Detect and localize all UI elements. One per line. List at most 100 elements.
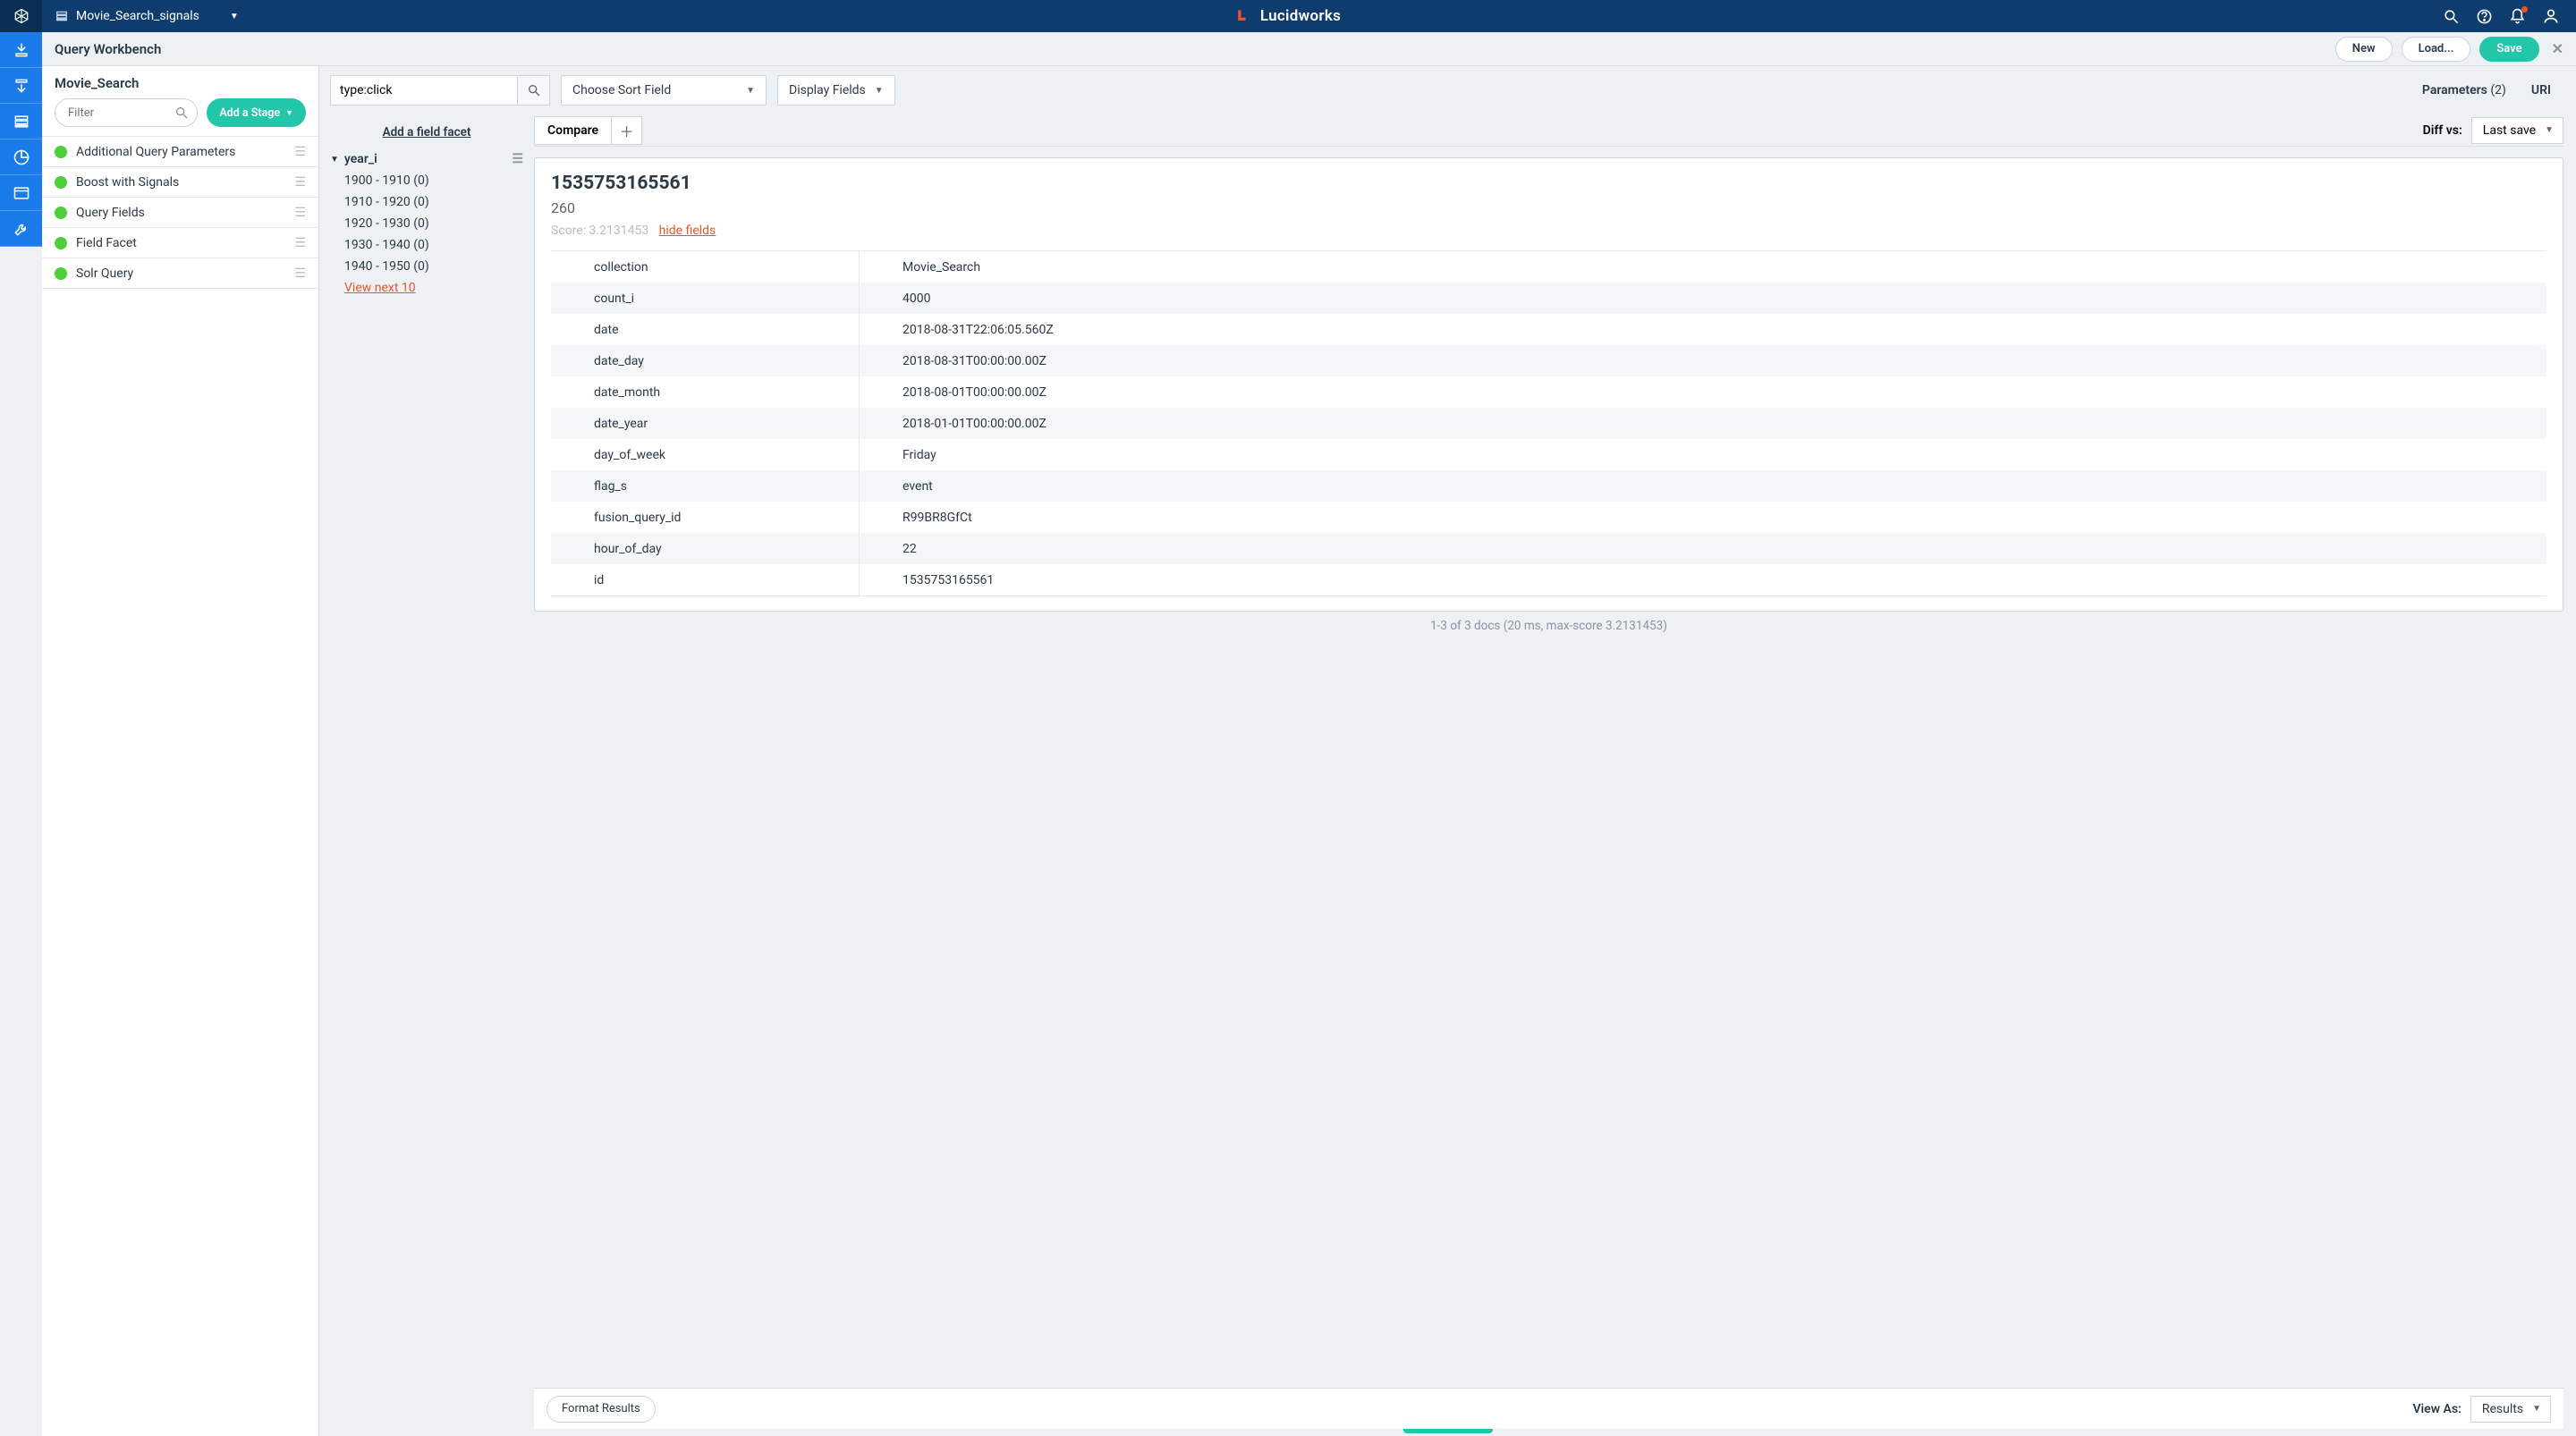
view-next-link[interactable]: View next 10: [344, 281, 416, 295]
stage-label: Field Facet: [76, 236, 137, 250]
facet-group-header[interactable]: ▼ year_i ☰: [330, 148, 523, 170]
drag-icon[interactable]: ☰: [294, 266, 306, 281]
field-value: 2018-08-31T22:06:05.560Z: [860, 314, 2546, 345]
pipeline-stage[interactable]: Query Fields☰: [42, 198, 318, 228]
search-icon[interactable]: [2443, 8, 2460, 25]
field-key: date_month: [551, 376, 860, 408]
add-field-facet-link[interactable]: Add a field facet: [383, 125, 471, 139]
help-icon[interactable]: [2476, 8, 2493, 25]
collection-selector[interactable]: Movie_Search_signals ▼: [42, 9, 251, 23]
view-as-select[interactable]: Results ▼: [2470, 1396, 2551, 1423]
pipeline-sidebar: Movie_Search Add a Stage ▼ Additional Qu…: [42, 66, 319, 1436]
results-summary: 1-3 of 3 docs (20 ms, max-score 3.213145…: [534, 612, 2563, 635]
field-row: date_year2018-01-01T00:00:00.00Z: [551, 408, 2546, 439]
format-results-button[interactable]: Format Results: [547, 1396, 656, 1423]
field-row: date_day2018-08-31T00:00:00.00Z: [551, 345, 2546, 376]
drag-icon[interactable]: ☰: [294, 206, 306, 220]
result-card: 1535753165561 260 Score: 3.2131453 hide …: [534, 157, 2563, 612]
results-header: Compare ＋ Diff vs: Last save ▼: [534, 114, 2563, 147]
field-row: id1535753165561: [551, 564, 2546, 596]
query-toolbar: Choose Sort Field ▼ Display Fields ▼ Par…: [319, 66, 2576, 114]
profile-icon[interactable]: [2542, 7, 2560, 25]
field-value: 22: [860, 533, 2546, 564]
field-key: flag_s: [551, 470, 860, 502]
field-key: id: [551, 564, 860, 596]
field-key: date_day: [551, 345, 860, 376]
rail-item-index[interactable]: [0, 32, 42, 68]
stage-label: Additional Query Parameters: [76, 145, 235, 159]
load-button[interactable]: Load...: [2402, 37, 2471, 62]
drag-icon[interactable]: ☰: [294, 145, 306, 159]
app-logo[interactable]: [0, 0, 42, 32]
menu-icon[interactable]: ☰: [512, 152, 523, 166]
facet-column: Add a field facet ▼ year_i ☰ 1900 - 1910…: [319, 114, 534, 1429]
caret-down-icon: ▼: [875, 86, 884, 96]
field-row: date_month2018-08-01T00:00:00.00Z: [551, 376, 2546, 408]
field-value: Friday: [860, 439, 2546, 470]
resize-handle[interactable]: [319, 1429, 2576, 1436]
add-compare-button[interactable]: ＋: [612, 116, 642, 145]
page-title: Query Workbench: [55, 41, 161, 57]
display-fields-select[interactable]: Display Fields ▼: [777, 75, 895, 106]
rail-item-app[interactable]: [0, 175, 42, 211]
brand: Lucidworks: [1235, 7, 1341, 25]
view-as-label: View As:: [2412, 1402, 2461, 1416]
rail-item-analytics[interactable]: [0, 139, 42, 175]
diff-vs-select[interactable]: Last save ▼: [2471, 117, 2563, 144]
status-dot: [55, 267, 67, 280]
new-button[interactable]: New: [2335, 37, 2393, 62]
drag-icon[interactable]: ☰: [294, 175, 306, 190]
brand-text: Lucidworks: [1260, 7, 1341, 25]
field-value: 2018-08-31T00:00:00.00Z: [860, 345, 2546, 376]
status-dot: [55, 207, 67, 219]
facet-group-name: year_i: [344, 152, 377, 166]
field-key: count_i: [551, 283, 860, 314]
facet-value[interactable]: 1940 - 1950 (0): [330, 256, 523, 277]
notifications-icon[interactable]: [2509, 8, 2526, 25]
compare-button[interactable]: Compare: [534, 116, 612, 145]
search-icon: [174, 106, 189, 120]
parameters-link[interactable]: Parameters (2): [2422, 83, 2506, 97]
pipeline-stage[interactable]: Solr Query☰: [42, 258, 318, 289]
page-footer: Format Results View As: Results ▼: [534, 1388, 2563, 1429]
diff-vs-label: Diff vs:: [2423, 123, 2462, 138]
field-row: collectionMovie_Search: [551, 251, 2546, 283]
drag-icon[interactable]: ☰: [294, 236, 306, 250]
sort-field-select[interactable]: Choose Sort Field ▼: [561, 75, 767, 106]
field-key: day_of_week: [551, 439, 860, 470]
field-key: date: [551, 314, 860, 345]
facet-value[interactable]: 1900 - 1910 (0): [330, 170, 523, 191]
add-stage-button[interactable]: Add a Stage ▼: [207, 98, 306, 127]
rail-item-tools[interactable]: [0, 211, 42, 247]
caret-down-icon: ▼: [2545, 125, 2554, 135]
rail-item-ingest[interactable]: [0, 68, 42, 104]
field-value: R99BR8GfCt: [860, 502, 2546, 533]
pipeline-stage[interactable]: Additional Query Parameters ☰: [42, 137, 318, 167]
status-dot: [55, 146, 67, 158]
facet-value[interactable]: 1920 - 1930 (0): [330, 213, 523, 234]
pipeline-stage[interactable]: Field Facet ☰: [42, 228, 318, 258]
field-row: date2018-08-31T22:06:05.560Z: [551, 314, 2546, 345]
field-key: collection: [551, 251, 860, 283]
status-dot: [55, 237, 67, 249]
stage-filter[interactable]: [55, 98, 198, 127]
caret-down-icon: ▼: [746, 86, 755, 96]
caret-down-icon: ▼: [285, 108, 293, 118]
query-input[interactable]: [331, 76, 517, 105]
field-row: hour_of_day22: [551, 533, 2546, 564]
facet-value[interactable]: 1910 - 1920 (0): [330, 191, 523, 213]
uri-link[interactable]: URI: [2531, 83, 2551, 97]
caret-down-icon: ▼: [330, 155, 339, 165]
close-icon[interactable]: ✕: [2552, 40, 2563, 57]
field-row: fusion_query_idR99BR8GfCt: [551, 502, 2546, 533]
rail-item-query[interactable]: [0, 104, 42, 139]
field-row: flag_sevent: [551, 470, 2546, 502]
save-button[interactable]: Save: [2479, 37, 2538, 62]
field-key: hour_of_day: [551, 533, 860, 564]
nav-rail: [0, 32, 42, 1436]
field-row: day_of_weekFriday: [551, 439, 2546, 470]
run-query-button[interactable]: [518, 75, 550, 106]
facet-value[interactable]: 1930 - 1940 (0): [330, 234, 523, 256]
pipeline-stage[interactable]: Boost with Signals☰: [42, 167, 318, 198]
hide-fields-link[interactable]: hide fields: [659, 224, 716, 238]
